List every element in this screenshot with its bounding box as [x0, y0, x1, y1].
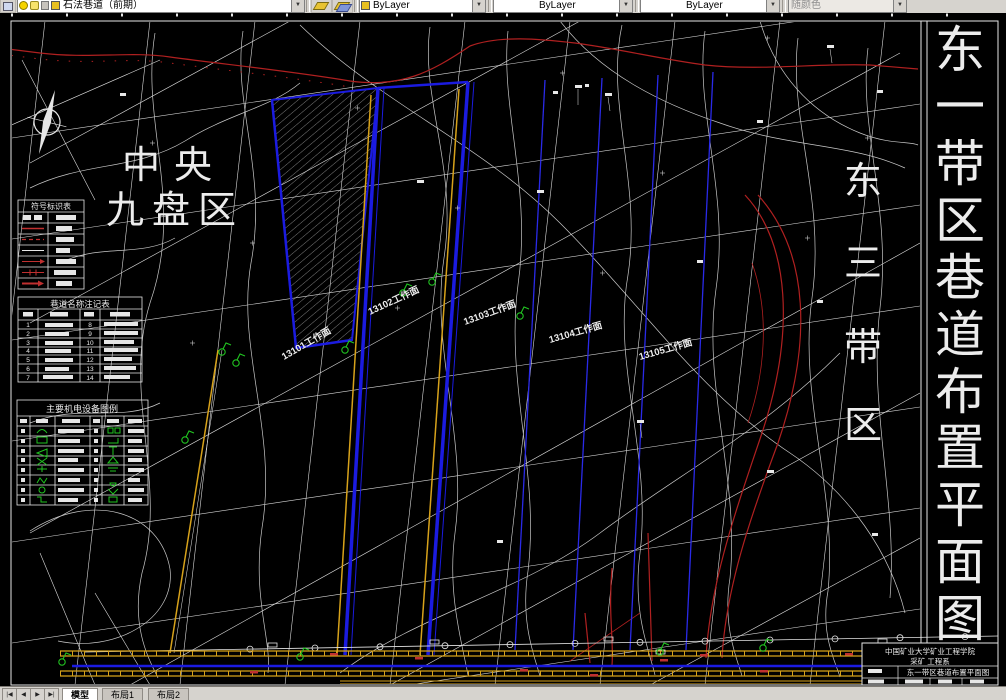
main-roadway-corridor	[60, 633, 998, 684]
equipment-symbols	[58, 272, 773, 666]
contour-curves	[29, 22, 919, 679]
region-label-line2: 九盘区	[106, 190, 244, 232]
tab-model[interactable]: 模型	[62, 688, 99, 700]
east-belt3-label: 东 三 带 区	[844, 161, 882, 447]
tab-layout2[interactable]: 布局2	[148, 688, 190, 700]
layer-previous-button[interactable]	[332, 0, 353, 13]
autocad-window: { "toolbar": { "layer_dropdown": { "valu…	[0, 0, 1006, 700]
svg-text:4: 4	[26, 348, 30, 355]
toolbar-separator	[354, 0, 358, 12]
layer-stack-icon	[312, 2, 330, 10]
layer-name-value: 石法巷道（前期）	[63, 0, 143, 11]
make-object-layer-current-button[interactable]	[311, 0, 332, 13]
first-tab-button[interactable]: |◀	[2, 688, 17, 700]
svg-text:布: 布	[935, 364, 985, 420]
svg-text:9: 9	[88, 331, 92, 338]
svg-text:东: 东	[844, 161, 882, 203]
name-table-header-blocks	[23, 312, 130, 317]
svg-text:11: 11	[87, 348, 94, 355]
chevron-down-icon[interactable]: ▼	[472, 0, 485, 12]
tiny-label-marks	[120, 35, 883, 543]
layer-stack-icon	[335, 4, 353, 12]
region-label-line1: 中央	[122, 145, 226, 187]
last-tab-button[interactable]: ▶|	[44, 688, 59, 700]
svg-text:12: 12	[86, 357, 94, 364]
org-line2: 采矿 工程系	[910, 656, 950, 666]
color-dropdown[interactable]: ByLayer ▼	[359, 0, 486, 13]
equipment-table-title: 主要机电设备图例	[46, 403, 118, 414]
svg-text:5: 5	[26, 357, 30, 364]
face-label: 13104工作面	[548, 319, 605, 346]
equipment-table-name-blocks	[58, 429, 144, 502]
svg-text:巷: 巷	[935, 250, 985, 306]
next-tab-button[interactable]: ▶	[30, 688, 45, 700]
svg-text:3: 3	[26, 340, 30, 347]
svg-text:区: 区	[935, 193, 985, 249]
linetype-value: ByLayer	[539, 0, 576, 11]
svg-text:8: 8	[88, 322, 92, 329]
svg-text:2: 2	[26, 331, 30, 338]
symbol-legend-table: 符号标识表	[17, 199, 85, 290]
color-swatch	[361, 0, 370, 10]
toolbar-separator	[488, 0, 492, 12]
layer-manager-icon	[3, 2, 13, 11]
layer-on-icon	[19, 0, 28, 10]
toolbar-separator	[782, 0, 786, 12]
chevron-down-icon[interactable]: ▼	[291, 0, 304, 12]
symbol-table-rows	[22, 215, 76, 287]
svg-text:13: 13	[86, 366, 94, 373]
svg-text:东: 东	[935, 22, 985, 78]
drawing-canvas[interactable]: 中央 九盘区 13101工作面 13102工作面 13103工作面 13104工…	[0, 13, 1006, 686]
prev-tab-button[interactable]: ◀	[16, 688, 31, 700]
color-value: ByLayer	[373, 0, 410, 11]
svg-text:三: 三	[844, 243, 882, 285]
section-lines	[12, 22, 920, 684]
svg-text:区: 区	[844, 405, 882, 447]
title-block-drawing-title: 东一带区巷道布置平面图	[907, 667, 990, 677]
face-label: 13102工作面	[366, 283, 421, 317]
equipment-legend-table: 主要机电设备图例	[16, 399, 149, 506]
north-arrow-icon	[27, 89, 67, 155]
svg-text:图: 图	[935, 591, 985, 647]
lineweight-dropdown[interactable]: ByLayer ▼	[640, 0, 780, 13]
title-block: 中国矿业大学矿业工程学院 采矿 工程系 东一带区巷道布置平面图	[861, 642, 999, 686]
svg-text:道: 道	[935, 307, 985, 363]
name-table-title: 巷道名称注记表	[50, 299, 110, 309]
svg-text:带: 带	[935, 136, 985, 192]
svg-text:一: 一	[935, 79, 985, 135]
toolbar-separator	[635, 0, 639, 12]
chevron-down-icon[interactable]: ▼	[766, 0, 779, 12]
symbol-table-title: 符号标识表	[31, 201, 71, 211]
toolbar-icon-fragment[interactable]	[0, 0, 16, 13]
face-label: 13105工作面	[638, 336, 695, 363]
svg-text:带: 带	[844, 327, 882, 369]
svg-text:10: 10	[86, 340, 94, 347]
plotstyle-value: 随颜色	[791, 0, 821, 11]
linetype-dropdown[interactable]: ByLayer ▼	[493, 0, 633, 13]
lineweight-value: ByLayer	[686, 0, 723, 11]
svg-text:1: 1	[26, 322, 30, 329]
layer-dropdown[interactable]: 石法巷道（前期） ▼	[17, 0, 305, 13]
toolbar-separator	[306, 0, 310, 12]
chevron-down-icon[interactable]: ▼	[619, 0, 632, 12]
svg-text:14: 14	[86, 375, 94, 382]
face-label: 13103工作面	[462, 298, 518, 328]
svg-text:平: 平	[935, 477, 985, 533]
layout-tab-bar: |◀ ◀ ▶ ▶| 模型 布局1 布局2	[0, 686, 1006, 700]
layer-color-swatch	[51, 0, 60, 10]
svg-text:6: 6	[26, 366, 30, 373]
svg-text:7: 7	[26, 375, 30, 382]
chevron-down-icon[interactable]: ▼	[893, 0, 906, 12]
tab-layout1[interactable]: 布局1	[102, 688, 144, 700]
hatched-panel	[270, 86, 380, 350]
sheet-title-column: 东 一 带 区 巷 道 布 置 平 面 图	[935, 22, 985, 647]
svg-text:面: 面	[935, 534, 985, 590]
name-legend-table: 巷道名称注记表 1 2 3 4 5 6 7 8 9 10 11 12 13 14	[17, 296, 143, 383]
properties-toolbar: 石法巷道（前期） ▼ ByLayer ▼ ByLayer ▼ ByLayer ▼…	[0, 0, 1006, 13]
layer-freeze-icon	[30, 0, 39, 10]
org-line1: 中国矿业大学矿业工程学院	[885, 646, 975, 656]
plotstyle-dropdown[interactable]: 随颜色 ▼	[788, 0, 907, 13]
layer-lock-icon	[41, 0, 49, 10]
svg-text:置: 置	[935, 420, 985, 476]
